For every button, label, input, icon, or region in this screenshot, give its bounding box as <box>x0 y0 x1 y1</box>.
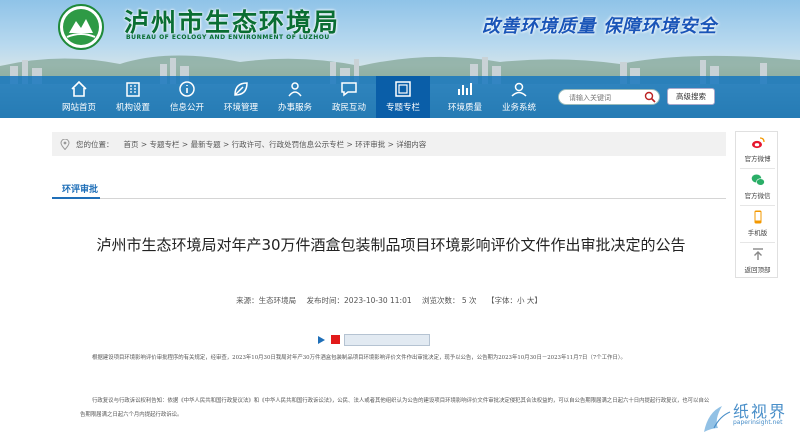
nav-item-label: 机构设置 <box>115 103 150 113</box>
logo-emblem <box>63 9 99 45</box>
leaf-icon <box>234 82 248 96</box>
service-icon <box>288 82 302 97</box>
nav-item-services[interactable]: 办事服务 <box>268 76 322 118</box>
breadcrumb: 您的位置： 首页 > 专题专栏 > 最新专题 > 行政许可、行政处罚信息公示专栏… <box>52 132 726 156</box>
section-divider <box>52 198 726 199</box>
font-size-control[interactable]: 【字体：小 大】 <box>487 296 542 305</box>
chart-icon <box>458 83 472 95</box>
nav-item-home[interactable]: 网站首页 <box>52 76 106 118</box>
article-paragraph: 行政复议与行政诉讼权利告知：依据《中华人民共和国行政复议法》和《中华人民共和国行… <box>80 398 710 418</box>
article-title: 泸州市生态环境局对年产30万件酒盒包装制品项目环境影响评价文件作出审批决定的公告 <box>96 236 686 254</box>
page: 泸州市生态环境局 BUREAU OF ECOLOGY AND ENVIRONME… <box>0 0 800 434</box>
watermark-url: paperinsight.net <box>733 419 783 426</box>
nav-item-business-system[interactable]: 业务系统 <box>492 76 546 118</box>
home-icon <box>71 80 87 97</box>
nav-item-interaction[interactable]: 政民互动 <box>322 76 376 118</box>
nav-item-label: 政民互动 <box>331 103 366 113</box>
wechat-icon <box>751 174 765 186</box>
back-to-top-icon <box>752 248 763 260</box>
site-subtitle: BUREAU OF ECOLOGY AND ENVIRONMENT OF LUZ… <box>126 34 330 41</box>
nav-item-label: 办事服务 <box>277 103 312 113</box>
article-paragraph: 根据建设项目环境影响评价审批程序的有关规定，经审查，2023年10月30日我局对… <box>92 355 626 361</box>
nav-item-organization[interactable]: 机构设置 <box>106 76 160 118</box>
nav-item-environment-quality[interactable]: 环境质量 <box>438 76 492 118</box>
building-icon <box>126 82 140 97</box>
sidebar-item-back-to-top[interactable]: 返回顶部 <box>736 243 779 279</box>
audio-player <box>314 333 432 347</box>
article-source: 来源：生态环境局 <box>236 296 297 305</box>
breadcrumb-path[interactable]: 首页 > 专题专栏 > 最新专题 > 行政许可、行政处罚信息公示专栏 > 环评审… <box>124 139 427 150</box>
folder-icon <box>395 81 411 97</box>
info-icon <box>179 81 195 97</box>
advanced-search-button[interactable]: 高级搜索 <box>667 88 715 105</box>
nav-item-label: 环境管理 <box>223 103 258 113</box>
nav-item-label: 网站首页 <box>61 103 96 113</box>
sidebar-item-label: 官方微信 <box>744 192 771 200</box>
sidebar-item-wechat[interactable]: 官方微信 <box>736 169 779 205</box>
bureau-logo[interactable] <box>58 4 104 50</box>
section-tab-underline <box>52 197 100 199</box>
weibo-icon <box>751 137 765 149</box>
nav-item-label: 专题专栏 <box>385 103 420 113</box>
article-published: 发布时间：2023-10-30 11:01 <box>306 296 412 305</box>
system-icon <box>511 82 527 97</box>
nav-item-info-disclosure[interactable]: 信息公开 <box>160 76 214 118</box>
chat-icon <box>341 82 357 97</box>
nav-item-label: 信息公开 <box>169 103 204 113</box>
slogan: 改善环境质量 保障环境安全 <box>482 16 718 37</box>
nav-item-environment-management[interactable]: 环境管理 <box>214 76 268 118</box>
section-tab-eia-approval[interactable]: 环评审批 <box>62 182 98 195</box>
search-icon[interactable] <box>644 91 656 103</box>
sidebar-item-label: 返回顶部 <box>744 266 771 274</box>
floating-sidebar: 官方微博 官方微信 手机版 返回顶部 <box>735 131 778 278</box>
play-icon[interactable] <box>317 336 325 344</box>
location-pin-icon <box>60 138 70 150</box>
audio-progress-bar[interactable] <box>344 334 430 346</box>
nav-item-label: 业务系统 <box>501 103 536 113</box>
nav-item-special-topics[interactable]: 专题专栏 <box>376 76 430 118</box>
sidebar-item-label: 官方微博 <box>744 155 771 163</box>
stop-button[interactable] <box>331 335 340 344</box>
sidebar-item-label: 手机版 <box>747 229 768 237</box>
article-meta: 来源：生态环境局 发布时间：2023-10-30 11:01 浏览次数： 5 次… <box>52 295 726 306</box>
mobile-icon <box>754 210 761 224</box>
sidebar-item-mobile[interactable]: 手机版 <box>736 206 779 242</box>
article-views: 浏览次数： 5 次 <box>422 296 477 305</box>
breadcrumb-label: 您的位置： <box>76 139 114 149</box>
nav-item-label: 环境质量 <box>447 103 482 113</box>
sidebar-item-weibo[interactable]: 官方微博 <box>736 132 779 168</box>
